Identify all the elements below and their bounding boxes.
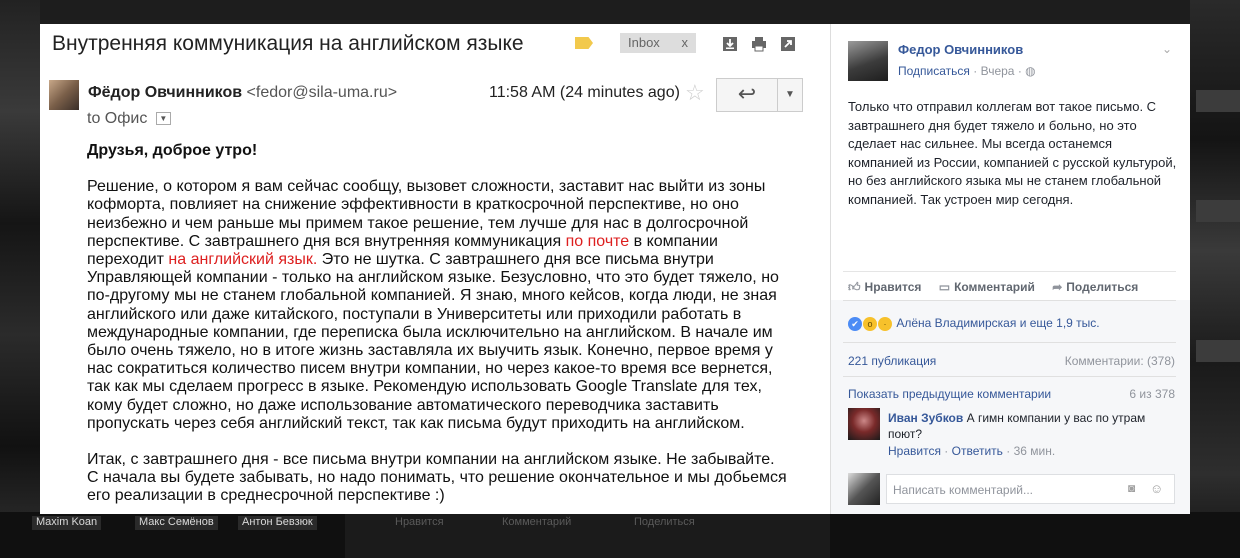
email-subject: Внутренняя коммуникация на английском яз… (52, 32, 524, 55)
post-options-chevron-icon[interactable]: ⌄ (1162, 42, 1172, 56)
recipient-name: Офис (104, 110, 148, 127)
author-avatar[interactable] (848, 41, 888, 81)
show-previous-comments-link[interactable]: Показать предыдущие комментарии (848, 387, 1051, 401)
background-tile (1196, 200, 1240, 222)
background-like-text: Нравится (395, 516, 444, 528)
post-time[interactable]: Вчера (981, 64, 1015, 78)
background-tile (1196, 340, 1240, 362)
more-actions-button[interactable]: ▼ (777, 78, 803, 112)
globe-icon: ◍ (1025, 64, 1036, 78)
recipient-details-toggle[interactable]: ▼ (155, 112, 171, 126)
archive-download-icon[interactable] (722, 36, 738, 52)
background-friend-name: Антон Бевзюк (238, 516, 317, 530)
email-highlight: на английский язык. (168, 251, 318, 269)
wow-reaction-icon: o (863, 316, 877, 331)
write-comment-input[interactable]: Написать комментарий... ◙ ☺ (886, 474, 1175, 504)
like-button[interactable]: 👍︎ Нравится (848, 280, 921, 295)
comment-meta: Нравится · Ответить · 36 мин. (888, 444, 1056, 458)
email-time: 11:58 AM (24 minutes ago) (489, 84, 680, 101)
open-new-window-icon[interactable] (780, 36, 796, 52)
write-comment-placeholder: Написать комментарий... (893, 483, 1034, 497)
sender-email: <fedor@sila-uma.ru> (246, 84, 398, 101)
meta-separator: · (973, 64, 978, 78)
comments-count[interactable]: Комментарии: (378) (1065, 354, 1175, 368)
subscribe-link[interactable]: Подписаться (898, 64, 970, 78)
to-prefix: to (87, 110, 101, 127)
camera-icon[interactable]: ◙ (1128, 481, 1144, 495)
label-icon[interactable] (575, 37, 593, 49)
background-tile (1196, 90, 1240, 112)
background-left-strip (0, 0, 40, 558)
email-highlight: по почте (565, 232, 630, 250)
commenter-name[interactable]: Иван Зубков (888, 411, 963, 425)
reply-button[interactable]: ↩ (716, 78, 778, 112)
background-friend-name: Maxim Koan (32, 516, 102, 530)
divider (843, 300, 1176, 301)
comment-icon: ▭ (938, 280, 951, 294)
thumbs-up-icon: 👍︎ (848, 280, 861, 294)
email-paragraph: Решение, о котором я вам сейчас сообщу, … (87, 178, 787, 433)
reply-icon: ↩ (737, 81, 757, 106)
background-right-strip (1190, 0, 1240, 558)
comment-reply-link[interactable]: Ответить (952, 444, 1003, 458)
email-paragraph: Итак, с завтрашнего дня - все письма вну… (87, 451, 787, 505)
comment-time[interactable]: 36 мин. (1014, 444, 1056, 458)
reactions-summary[interactable]: ✔ o · Алёна Владимирская и еще 1,9 тыс. (848, 316, 1100, 331)
recipient-line: to Офис ▼ (87, 110, 171, 128)
commenter-avatar[interactable] (848, 408, 880, 440)
email-subject-bar: Внутренняя коммуникация на английском яз… (40, 24, 830, 68)
shares-count[interactable]: 221 публикация (848, 354, 936, 368)
email-greeting: Друзья, доброе утро! (87, 142, 258, 159)
post-meta: Подписаться · Вчера · ◍ (898, 64, 1036, 78)
email-body: Друзья, доброе утро! Решение, о котором … (87, 142, 787, 514)
post-author[interactable]: Федор Овчинников (898, 42, 1023, 57)
print-icon[interactable] (751, 36, 767, 52)
shown-comments-count: 6 из 378 (1129, 387, 1175, 401)
sender-name: Фёдор Овчинников (88, 84, 243, 101)
sender-avatar (49, 80, 79, 110)
star-icon[interactable]: ☆ (685, 80, 705, 106)
divider (843, 376, 1176, 377)
email-text: Это не шутка. С завтрашнего дня все пись… (87, 251, 779, 432)
post-text: Только что отправил коллегам вот такое п… (848, 99, 1177, 207)
comment-text: Иван Зубков А гимн компании у вас по утр… (888, 410, 1168, 442)
background-friend-name: Макс Семёнов (135, 516, 218, 530)
sad-reaction-icon: · (878, 316, 892, 331)
dropdown-arrow-icon: ▼ (785, 89, 795, 100)
meta-separator: · (1017, 64, 1022, 78)
background-comment-text: Комментарий (502, 516, 572, 528)
viewer-avatar (848, 473, 880, 505)
like-reaction-icon: ✔ (848, 316, 862, 331)
email-screenshot: Внутренняя коммуникация на английском яз… (40, 24, 830, 514)
divider (843, 271, 1176, 272)
share-button[interactable]: ➦ Поделиться (1052, 280, 1138, 294)
emoji-icon[interactable]: ☺ (1150, 481, 1166, 497)
comment-button[interactable]: ▭ Комментарий (939, 280, 1035, 294)
inbox-label-chip[interactable]: Inbox x (620, 33, 696, 53)
remove-label-button[interactable]: x (682, 35, 689, 50)
inbox-label-text: Inbox (628, 35, 660, 50)
sender-line: Фёдор Овчинников <fedor@sila-uma.ru> (88, 84, 397, 102)
reactions-text: Алёна Владимирская и еще 1,9 тыс. (896, 316, 1100, 330)
share-icon: ➦ (1052, 280, 1063, 294)
divider (843, 342, 1176, 343)
comment-like-link[interactable]: Нравится (888, 444, 941, 458)
background-share-text: Поделиться (634, 516, 695, 528)
facebook-post: Федор Овчинников Подписаться · Вчера · ◍… (830, 24, 1190, 514)
post-actions: 👍︎ Нравится ▭ Комментарий ➦ Поделиться (848, 280, 1152, 295)
